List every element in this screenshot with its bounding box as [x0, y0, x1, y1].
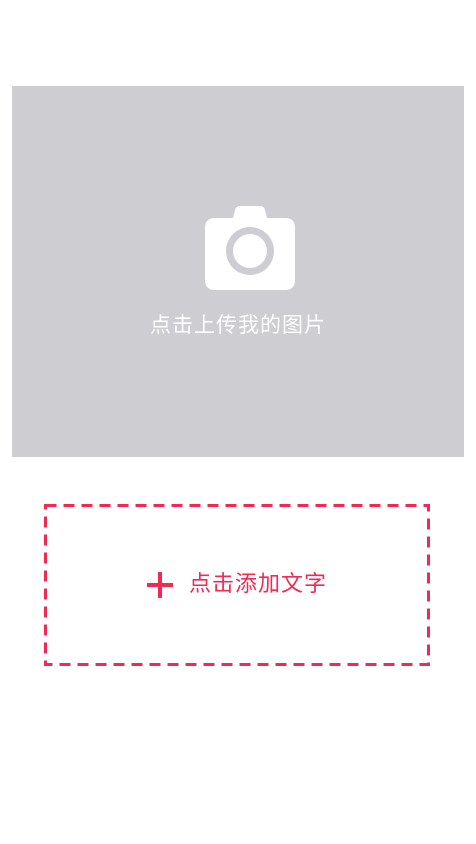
add-text-label: 点击添加文字: [188, 572, 327, 597]
add-text-content: 点击添加文字: [44, 504, 430, 666]
upload-image-label: 点击上传我的图片: [150, 313, 326, 337]
page: 点击上传我的图片 点击添加文字: [0, 0, 476, 844]
camera-icon: [205, 206, 295, 290]
plus-icon: [146, 572, 173, 598]
upload-image-area[interactable]: 点击上传我的图片: [12, 86, 464, 457]
add-text-button[interactable]: 点击添加文字: [44, 504, 430, 666]
